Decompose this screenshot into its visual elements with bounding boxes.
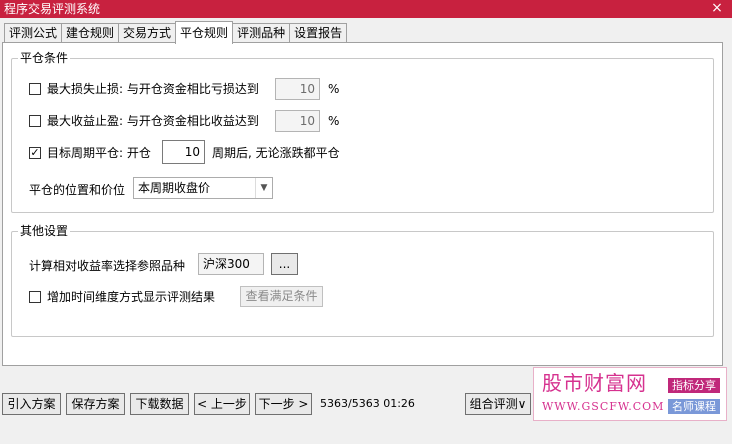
previous-step-button[interactable]: < 上一步 — [194, 393, 250, 415]
max-loss-input[interactable]: 10 — [275, 78, 320, 100]
max-profit-unit: % — [328, 114, 340, 128]
close-position-selected: 本周期收盘价 — [138, 181, 211, 195]
watermark-url: WWW.GSCFW.COM — [542, 400, 665, 413]
tab-open-position-rules[interactable]: 建仓规则 — [61, 23, 120, 43]
progress-status: 5363/5363 01:26 — [320, 397, 415, 410]
tab-report-settings[interactable]: 设置报告 — [289, 23, 348, 43]
max-loss-unit: % — [328, 82, 340, 96]
close-icon[interactable]: × — [710, 0, 724, 17]
max-loss-label: 最大损失止损: 与开仓资金相比亏损达到 — [47, 82, 259, 96]
tab-strip: 评测公式 建仓规则 交易方式 平仓规则 评测品种 设置报告 — [4, 21, 348, 44]
watermark-brand: 股市财富网 — [542, 371, 647, 395]
period-close-label: 目标周期平仓: 开仓 — [47, 146, 151, 160]
browse-reference-button[interactable]: ... — [271, 253, 298, 275]
chevron-down-icon[interactable]: ▼ — [255, 178, 272, 198]
reference-instrument-label: 计算相对收益率选择参照品种 — [29, 259, 186, 273]
time-dimension-label: 增加时间维度方式显示评测结果 — [47, 290, 216, 304]
tab-evaluation-formula[interactable]: 评测公式 — [4, 23, 63, 43]
max-profit-input[interactable]: 10 — [275, 110, 320, 132]
close-position-label: 平仓的位置和价位 — [29, 183, 126, 197]
other-settings-title: 其他设置 — [18, 224, 71, 238]
close-conditions-group: 平仓条件 最大损失止损: 与开仓资金相比亏损达到 10 % 最大收益止盈: 与开… — [11, 51, 714, 213]
time-dimension-checkbox[interactable] — [29, 291, 41, 303]
download-data-button[interactable]: 下载数据 — [130, 393, 189, 415]
max-profit-checkbox[interactable] — [29, 115, 41, 127]
dialog-body: 评测公式 建仓规则 交易方式 平仓规则 评测品种 设置报告 平仓条件 最大损失止… — [0, 18, 732, 444]
period-close-suffix: 周期后, 无论涨跌都平仓 — [212, 146, 340, 160]
view-conditions-button[interactable]: 查看满足条件 — [240, 286, 323, 307]
watermark-tag-course: 名师课程 — [668, 399, 720, 414]
max-loss-checkbox[interactable] — [29, 83, 41, 95]
tab-close-position-rules[interactable]: 平仓规则 — [175, 21, 234, 44]
combo-evaluation-button[interactable]: 组合评测∨ — [465, 393, 531, 415]
other-settings-group: 其他设置 计算相对收益率选择参照品种 沪深300 ... 增加时间维度方式显示评… — [11, 224, 714, 337]
tab-evaluation-instruments[interactable]: 评测品种 — [232, 23, 291, 43]
close-position-select[interactable]: 本周期收盘价 ▼ — [133, 177, 273, 199]
save-plan-button[interactable]: 保存方案 — [66, 393, 125, 415]
import-plan-button[interactable]: 引入方案 — [2, 393, 61, 415]
period-count-input[interactable]: 10 — [162, 140, 205, 164]
watermark-logo: 股市财富网 WWW.GSCFW.COM 指标分享 名师课程 — [533, 367, 727, 421]
tab-panel-close-rules: 平仓条件 最大损失止损: 与开仓资金相比亏损达到 10 % 最大收益止盈: 与开… — [2, 42, 723, 366]
tab-trading-method[interactable]: 交易方式 — [118, 23, 177, 43]
window-title: 程序交易评测系统 — [4, 2, 101, 16]
next-step-button[interactable]: 下一步 > — [255, 393, 312, 415]
max-profit-label: 最大收益止盈: 与开仓资金相比收益达到 — [47, 114, 259, 128]
period-close-checkbox[interactable]: ✓ — [29, 147, 41, 159]
reference-instrument-field: 沪深300 — [198, 253, 264, 275]
close-conditions-title: 平仓条件 — [18, 51, 71, 65]
title-bar: 程序交易评测系统 × — [0, 0, 732, 18]
window-edge — [728, 36, 732, 444]
watermark-tag-share: 指标分享 — [668, 378, 720, 393]
